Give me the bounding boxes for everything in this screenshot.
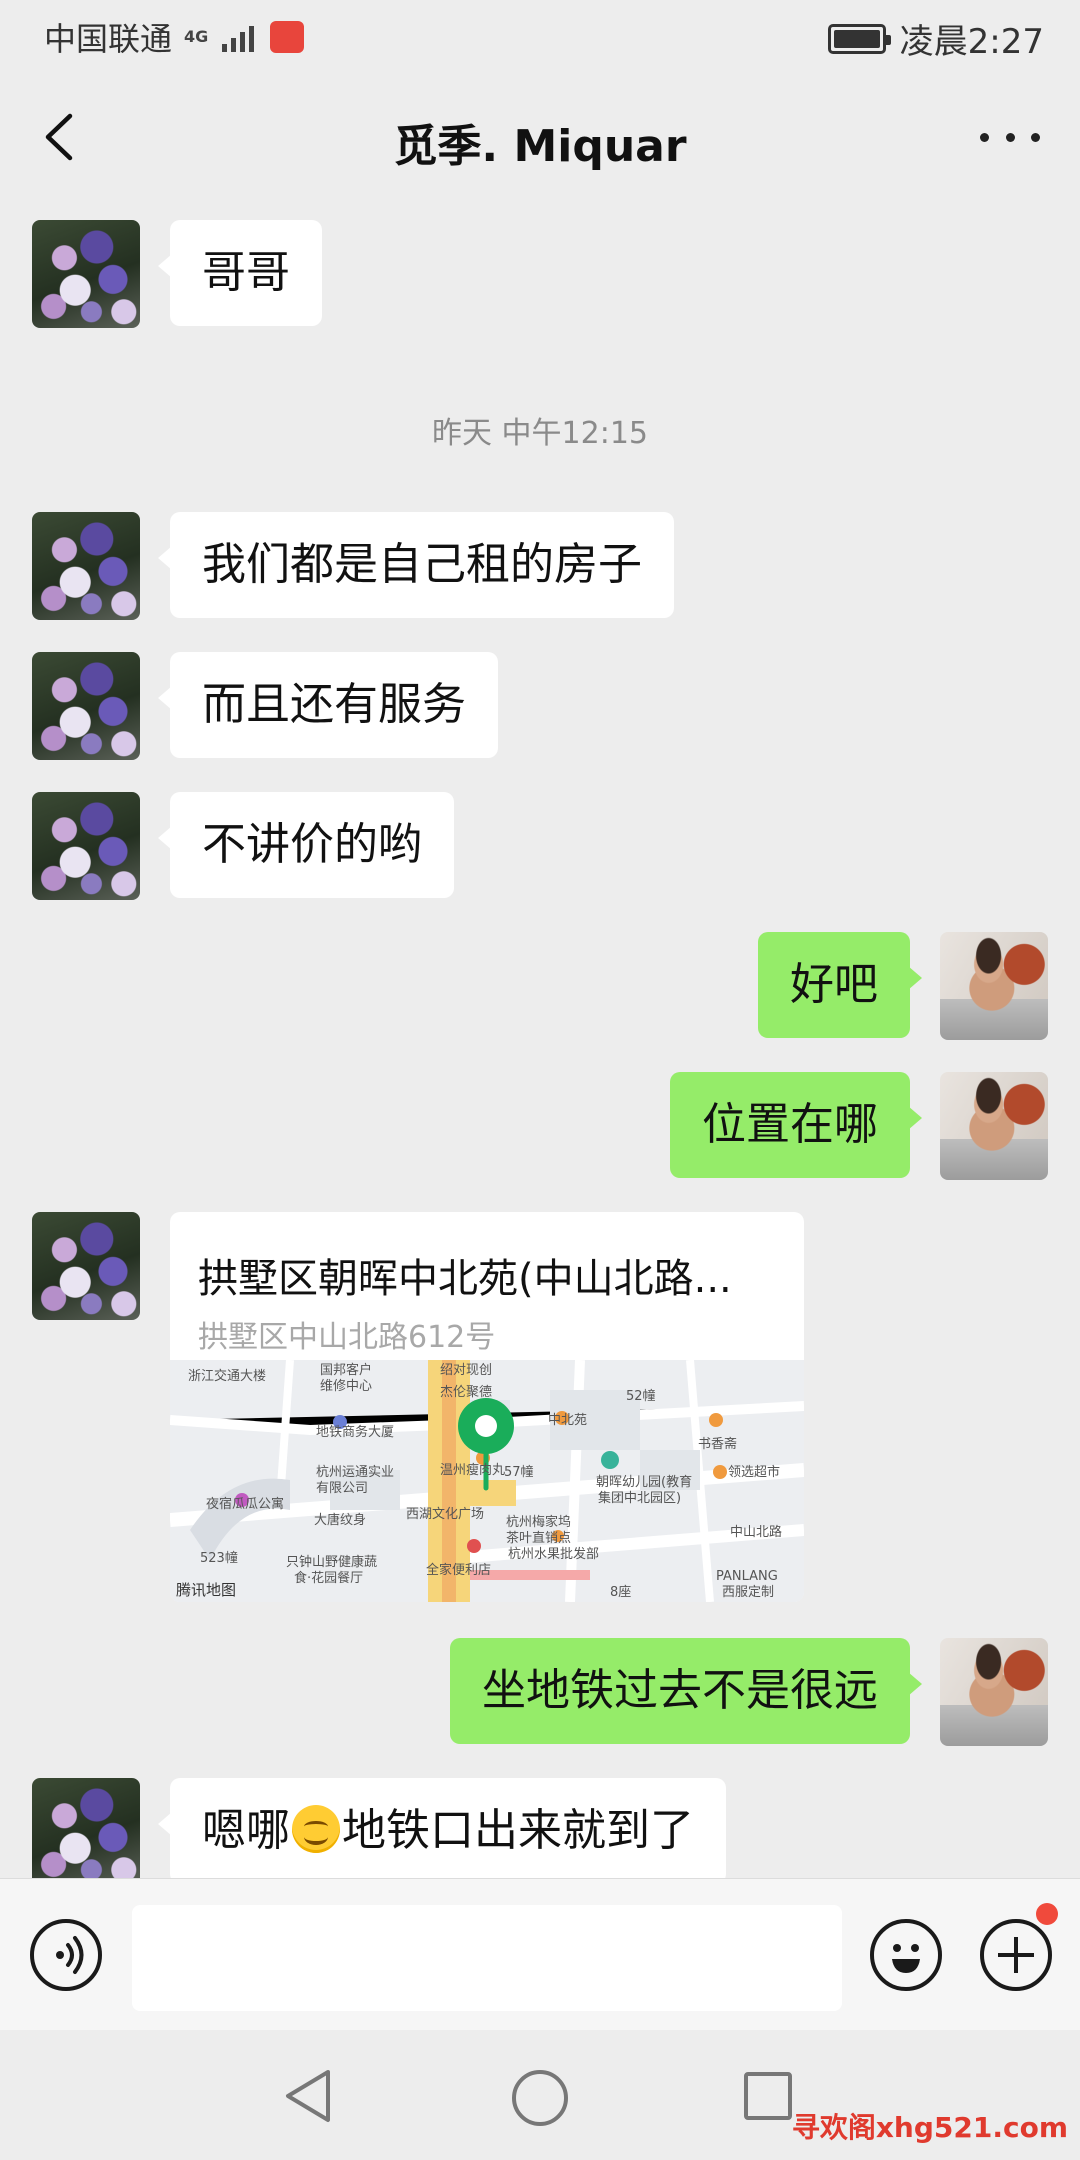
battery-icon [827, 23, 891, 54]
notification-badge [1036, 1903, 1058, 1925]
contact-avatar[interactable] [32, 1778, 140, 1878]
voice-icon [56, 1936, 84, 1974]
location-title: 拱墅区朝晖中北苑(中山北路... [198, 1256, 732, 1302]
incoming-message[interactable]: 而且还有服务 [158, 652, 498, 758]
message-text: 地铁口出来就到了 [342, 1805, 694, 1856]
message-list[interactable]: 哥哥 昨天 中午12:15 我们都是自己租的房子 而且还有服务 不讲价的哟 好吧… [0, 202, 1080, 1878]
location-address: 拱墅区中山北路612号 [198, 1320, 496, 1355]
chat-header: 觅季. Miquar [0, 72, 1080, 202]
huawei-app-icon [270, 21, 305, 53]
watermark: 寻欢阁xhg521.com [791, 2111, 1068, 2144]
more-dots-icon [980, 132, 989, 142]
incoming-message[interactable]: 我们都是自己租的房子 [158, 512, 674, 618]
clock: 凌晨2:27 [899, 22, 1044, 62]
smile-emoji-icon [292, 1805, 340, 1853]
status-left: 中国联通 4G [44, 14, 305, 60]
map-graphic: 浙江交通大楼 国邦客户 维修中心 地铁商务大厦 绍对现创 杰伦聚德 中北苑 52… [170, 1360, 804, 1602]
more-button[interactable] [980, 122, 1040, 152]
incoming-message[interactable]: 哥哥 [158, 220, 322, 326]
emoji-icon [892, 1944, 920, 1973]
voice-button[interactable] [30, 1919, 102, 1991]
outgoing-message[interactable]: 位置在哪 [670, 1072, 922, 1178]
contact-avatar[interactable] [32, 792, 140, 900]
emoji-button[interactable] [870, 1919, 942, 1991]
network-type-icon: 4G [184, 27, 209, 46]
outgoing-message[interactable]: 坐地铁过去不是很远 [450, 1638, 922, 1744]
location-card[interactable]: 拱墅区朝晖中北苑(中山北路... 拱墅区中山北路612号 浙江交通大楼 国邦客户… [170, 1212, 804, 1602]
outgoing-message[interactable]: 好吧 [758, 932, 922, 1038]
more-functions-button[interactable] [980, 1919, 1052, 1991]
status-right: 凌晨2:27 [827, 14, 1044, 63]
status-bar: 中国联通 4G 凌晨2:27 [0, 0, 1080, 72]
contact-avatar[interactable] [32, 512, 140, 620]
nav-back-button[interactable] [282, 2066, 334, 2130]
message-input[interactable] [132, 1905, 842, 2011]
incoming-message[interactable]: 嗯哪 地铁口出来就到了 [158, 1778, 726, 1878]
message-text: 嗯哪 [202, 1805, 290, 1856]
nav-recent-button[interactable] [744, 2072, 792, 2120]
map-brand-label: 腾讯地图 [176, 1581, 237, 1599]
map-label: 浙江交通大楼 [188, 1368, 266, 1384]
my-avatar[interactable] [940, 1638, 1048, 1746]
signal-icon [222, 22, 255, 52]
my-avatar[interactable] [940, 932, 1048, 1040]
incoming-message[interactable]: 不讲价的哟 [158, 792, 454, 898]
carrier-label: 中国联通 [44, 20, 173, 58]
message-timestamp: 昨天 中午12:15 [432, 416, 648, 451]
contact-avatar[interactable] [32, 1212, 140, 1320]
my-avatar[interactable] [940, 1072, 1048, 1180]
contact-avatar[interactable] [32, 652, 140, 760]
location-map[interactable]: 浙江交通大楼 国邦客户 维修中心 地铁商务大厦 绍对现创 杰伦聚德 中北苑 52… [170, 1360, 804, 1602]
contact-avatar[interactable] [32, 220, 140, 328]
nav-back-icon [286, 2070, 330, 2122]
input-bar [0, 1878, 1080, 2030]
chat-title: 觅季. Miquar [393, 121, 687, 172]
nav-home-button[interactable] [512, 2070, 568, 2126]
